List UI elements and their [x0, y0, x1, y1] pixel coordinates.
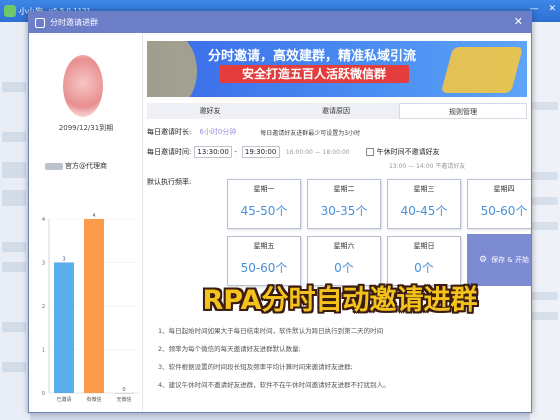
profile-panel: 2099/12/31到期 官方@代理商 0 1 2 3 4 3 已邀请 4 有微信 0 无微信 [29, 33, 143, 412]
time-row: 每日邀请时间: 13:30:00 - 19:30:00 16:00:00 — 1… [147, 146, 440, 158]
noon-hint-row: 13:00 — 14:00 不邀请好友 [383, 161, 465, 170]
banner-headline: 分时邀请，高效建群，精准私域引流 [207, 49, 416, 64]
panel-placeholder [532, 102, 558, 110]
day-quota: 30-35个 [320, 204, 368, 218]
time-range-hint: 16:00:00 — 18:00:00 [285, 148, 350, 156]
invite-bar-chart: 0 1 2 3 4 3 已邀请 4 有微信 0 无微信 [42, 213, 139, 403]
y-tick-label: 0 [42, 391, 45, 397]
dialog-title: 分时邀请进群 [50, 18, 98, 27]
bar [84, 219, 104, 393]
day-quota: 0个 [334, 261, 354, 275]
main-right-panel [530, 22, 560, 420]
panel-placeholder [532, 222, 558, 230]
day-name: 星期五 [253, 242, 275, 250]
dialog-app-icon [35, 17, 45, 28]
note-item: 1、每日起始时间如果大于每日结束时间，软件默认为跨日执行到第二天的时间 [158, 327, 384, 335]
x-tick-label: 已邀请 [56, 396, 71, 403]
time-label: 每日邀请时间: [147, 148, 192, 156]
agent-info: 官方@代理商 [45, 161, 107, 171]
tab-invite-reason[interactable]: 邀请原因 [273, 103, 399, 119]
blurred-name [45, 162, 63, 170]
y-tick-label: 3 [42, 261, 45, 267]
day-name: 星期一 [253, 185, 275, 193]
day-card-thursday[interactable]: 星期四 50-60个 [467, 179, 531, 229]
notes-list: 1、每日起始时间如果大于每日结束时间，软件默认为跨日执行到第二天的时间 2、频率… [158, 322, 390, 394]
sidebar-placeholder [2, 82, 26, 92]
main-close-button[interactable]: ✕ [548, 4, 556, 14]
noon-range-hint: 13:00 — 14:00 不邀请好友 [389, 163, 466, 170]
time-separator: - [234, 148, 237, 156]
day-quota: 50-60个 [480, 204, 528, 218]
bar [54, 262, 74, 393]
y-tick-label: 4 [42, 217, 45, 223]
dialog-close-icon[interactable]: ✕ [514, 15, 523, 28]
x-tick-label: 无微信 [116, 396, 131, 403]
frequency-label: 默认执行频率: [147, 178, 192, 186]
duration-row: 每日邀请时长: 6小时0分钟 每日邀请好友进群最少可设置为3小时 [147, 127, 360, 137]
day-quota: 50-60个 [240, 261, 288, 275]
day-card-tuesday[interactable]: 星期二 30-35个 [307, 179, 381, 229]
note-item: 4、建议午休时间不邀请好友进群，软件不在午休时间邀请好友进群不打扰别人。 [158, 381, 390, 389]
day-name: 星期日 [413, 242, 435, 250]
noon-checkbox[interactable] [365, 148, 374, 156]
day-name: 星期四 [493, 185, 515, 193]
data-label: 0 [122, 387, 125, 393]
duration-hint: 每日邀请好友进群最少可设置为3小时 [260, 129, 361, 137]
day-quota: 40-45个 [400, 204, 448, 218]
panel-placeholder [532, 172, 558, 180]
avatar [63, 55, 103, 117]
day-name: 星期二 [333, 185, 355, 193]
day-name: 星期六 [333, 242, 355, 250]
panel-placeholder [532, 197, 558, 205]
sidebar-placeholder [2, 162, 26, 178]
day-name: 星期三 [413, 185, 435, 193]
data-label: 4 [92, 213, 95, 219]
app-logo-icon [4, 5, 16, 17]
sidebar-placeholder [2, 322, 26, 332]
y-tick-label: 2 [42, 304, 45, 310]
sidebar-placeholder [2, 242, 26, 252]
x-tick-label: 有微信 [86, 396, 101, 403]
y-tick-label: 1 [42, 348, 45, 354]
tab-invite-friends[interactable]: 邀好友 [147, 103, 273, 119]
main-left-sidebar [0, 22, 30, 420]
banner-illustration [440, 47, 524, 93]
end-time-input[interactable]: 19:30:00 [241, 146, 280, 158]
dialog-title-bar: 分时邀请进群 ✕ [29, 12, 531, 33]
day-card-monday[interactable]: 星期一 45-50个 [227, 179, 301, 229]
day-card-wednesday[interactable]: 星期三 40-45个 [387, 179, 461, 229]
agent-label: 官方@代理商 [65, 162, 107, 170]
start-time-input[interactable]: 13:30:00 [194, 146, 233, 158]
noon-checkbox-label: 午休时间不邀请好友 [376, 148, 440, 156]
day-quota: 45-50个 [240, 204, 288, 218]
duration-label: 每日邀请时长: [147, 128, 192, 136]
banner-subline: 安全打造五百人活跃微信群 [219, 65, 409, 83]
data-label: 3 [62, 257, 65, 263]
expire-date: 2099/12/31到期 [58, 124, 114, 132]
note-item: 3、软件根据设置的时间段长短及频率平均计算时间来邀请好友进群; [158, 363, 353, 371]
bar [114, 393, 134, 394]
day-quota: 0个 [414, 261, 434, 275]
promo-banner: 分时邀请，高效建群，精准私域引流 安全打造五百人活跃微信群 [147, 41, 527, 97]
gear-icon: ⚙ [479, 255, 488, 265]
duration-value: 6小时0分钟 [199, 128, 237, 136]
sidebar-placeholder [2, 190, 26, 206]
sidebar-placeholder [2, 132, 26, 142]
sidebar-placeholder [2, 362, 26, 372]
tab-bar: 邀好友 邀请原因 规则管理 [147, 103, 527, 119]
overlay-title: RPA分时自动邀请进群 [202, 285, 478, 316]
save-button-label: 保存 & 开始 [491, 256, 529, 264]
note-item: 2、频率为每个微信的每天邀请好友进群默认数量; [158, 345, 301, 353]
tab-rule-management[interactable]: 规则管理 [399, 103, 527, 119]
sidebar-placeholder [2, 262, 26, 272]
